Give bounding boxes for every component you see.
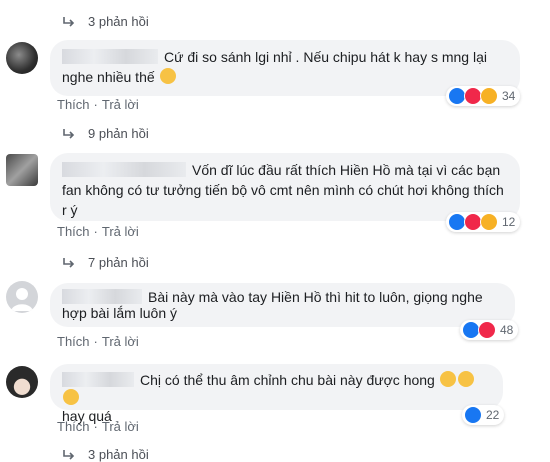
comment-actions: Thích · Trả lời <box>57 224 139 239</box>
sad-emoji-icon <box>457 371 474 387</box>
like-link[interactable]: Thích <box>57 97 90 112</box>
reply-arrow-icon <box>63 128 75 139</box>
sad-emoji-icon <box>439 371 456 387</box>
comment-bubble: Vốn dĩ lúc đầu rất thích Hiền Hồ mà tại … <box>50 153 520 221</box>
reply-link[interactable]: Trả lời <box>102 97 139 112</box>
love-reaction-icon <box>478 321 496 339</box>
haha-reaction-icon <box>480 87 498 105</box>
comment-actions: Thích · Trả lời <box>57 419 139 434</box>
replies-count: 7 phản hồi <box>88 255 149 270</box>
reply-link[interactable]: Trả lời <box>102 224 139 239</box>
like-reaction-icon <box>464 406 482 424</box>
reply-arrow-icon <box>63 257 75 268</box>
comment-bubble: Bài này mà vào tay Hiền Hồ thì hit to lu… <box>50 283 515 327</box>
avatar[interactable] <box>6 366 38 398</box>
reply-arrow-icon <box>63 16 75 27</box>
avatar[interactable] <box>6 154 38 186</box>
reaction-count: 12 <box>502 215 516 229</box>
view-replies-link[interactable]: 3 phản hồi <box>62 14 149 29</box>
default-avatar-icon <box>11 288 33 311</box>
comment-actions: Thích · Trả lời <box>57 334 139 349</box>
reaction-count: 34 <box>502 89 516 103</box>
sad-emoji-icon <box>63 389 79 405</box>
replies-count: 3 phản hồi <box>88 14 149 29</box>
view-replies-link[interactable]: 3 phản hồi <box>62 447 149 462</box>
reply-arrow-icon <box>63 449 75 460</box>
avatar[interactable] <box>6 281 38 313</box>
author-name-redacted[interactable] <box>62 372 134 387</box>
view-replies-link[interactable]: 9 phản hồi <box>62 126 149 141</box>
reply-link[interactable]: Trả lời <box>102 419 139 434</box>
reaction-summary[interactable]: 48 <box>460 320 519 340</box>
avatar[interactable] <box>6 42 38 74</box>
comment-bubble: Chị có thể thu âm chỉnh chu bài này được… <box>50 364 503 424</box>
comment-actions: Thích · Trả lời <box>57 97 139 112</box>
reaction-summary[interactable]: 34 <box>446 86 521 106</box>
reaction-summary[interactable]: 22 <box>462 405 505 425</box>
like-link[interactable]: Thích <box>57 419 90 434</box>
author-name-redacted[interactable] <box>62 162 186 177</box>
reply-link[interactable]: Trả lời <box>102 334 139 349</box>
like-link[interactable]: Thích <box>57 334 90 349</box>
author-name-redacted[interactable] <box>62 49 158 64</box>
author-name-redacted[interactable] <box>62 289 142 304</box>
like-link[interactable]: Thích <box>57 224 90 239</box>
sad-reaction-icon <box>480 213 498 231</box>
reaction-count: 22 <box>486 408 500 422</box>
reaction-summary[interactable]: 12 <box>446 212 521 232</box>
replies-count: 9 phản hồi <box>88 126 149 141</box>
view-replies-link[interactable]: 7 phản hồi <box>62 255 149 270</box>
smile-emoji-icon <box>159 68 176 84</box>
reaction-count: 48 <box>500 323 514 337</box>
comment-text: Chị có thể thu âm chỉnh chu bài này được… <box>140 372 435 388</box>
replies-count: 3 phản hồi <box>88 447 149 462</box>
